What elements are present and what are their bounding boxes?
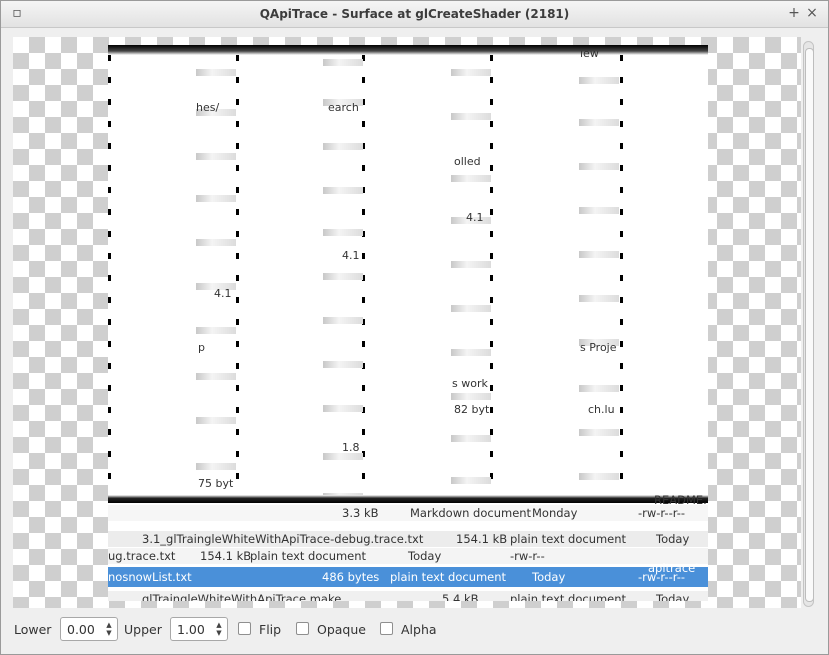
- spin-down-icon[interactable]: ▼: [214, 629, 224, 637]
- ghost-text: 75 byt: [198, 477, 234, 490]
- lower-spinbox[interactable]: 0.00 ▲ ▼: [60, 617, 118, 641]
- lower-value: 0.00: [67, 622, 95, 637]
- file-row: glTraingleWhiteWithApiTrace.make 5.4 kB …: [108, 591, 708, 601]
- ghost-text: 4.1: [342, 249, 360, 262]
- flip-label: Flip: [259, 622, 282, 637]
- surface-top-band: [108, 45, 708, 55]
- maximize-icon[interactable]: +: [786, 5, 802, 21]
- ghost-text: s Proje: [580, 341, 617, 354]
- ghost-text: iew: [580, 47, 599, 60]
- surface-viewport[interactable]: iew hes/ earch olled 4.1 4.1 4.1 p s Pro…: [13, 37, 801, 608]
- ghost-text: earch: [328, 101, 359, 114]
- spin-up-icon[interactable]: ▲: [214, 621, 224, 629]
- ghost-text: 1.8: [342, 441, 360, 454]
- ghost-text: s work: [452, 377, 488, 390]
- spin-up-icon[interactable]: ▲: [104, 621, 114, 629]
- ghost-text: olled: [454, 155, 481, 168]
- ghost-text: 82 byt: [454, 403, 490, 416]
- file-row: 3.1_glTraingleWhiteWithApiTrace-debug.tr…: [108, 531, 708, 547]
- ghost-text: hes/: [196, 101, 220, 114]
- scrollbar-thumb[interactable]: [805, 48, 814, 602]
- ghost-text: 4.1: [214, 287, 232, 300]
- ghost-text: ch.lu: [588, 403, 615, 416]
- file-row: ug.trace.txt 154.1 kB plain text documen…: [108, 548, 708, 564]
- opaque-label: Opaque: [317, 622, 366, 637]
- surface-bottom-band: [108, 495, 708, 503]
- surface-column: [451, 55, 491, 503]
- opaque-checkbox[interactable]: [296, 622, 309, 635]
- surface-edge: [236, 55, 239, 503]
- alpha-checkbox[interactable]: [380, 622, 393, 635]
- title-bar[interactable]: ▫ QApiTrace - Surface at glCreateShader …: [1, 1, 828, 28]
- surface-edge: [620, 55, 623, 503]
- window-title: QApiTrace - Surface at glCreateShader (2…: [259, 7, 570, 21]
- surface-image: iew hes/ earch olled 4.1 4.1 4.1 p s Pro…: [108, 45, 708, 601]
- file-row-selected: nosnowList.txt 486 bytes plain text docu…: [108, 561, 708, 587]
- file-row: 3.3 kB Markdown document Monday -rw-r--r…: [108, 493, 708, 521]
- spin-down-icon[interactable]: ▼: [104, 629, 114, 637]
- ghost-text: p: [198, 341, 205, 354]
- surface-column: [196, 55, 236, 503]
- flip-checkbox[interactable]: [238, 622, 251, 635]
- close-icon[interactable]: ×: [804, 5, 820, 21]
- upper-spinbox[interactable]: 1.00 ▲ ▼: [170, 617, 228, 641]
- qapitrace-window: ▫ QApiTrace - Surface at glCreateShader …: [0, 0, 829, 655]
- ghost-text: 4.1: [466, 211, 484, 224]
- lower-label: Lower: [14, 622, 52, 637]
- surface-edge-left: [108, 55, 111, 503]
- surface-column: [579, 55, 619, 503]
- upper-value: 1.00: [177, 622, 205, 637]
- surface-controls: Lower 0.00 ▲ ▼ Upper 1.00 ▲ ▼ Flip Opaque …: [1, 612, 829, 648]
- surface-column: [323, 55, 363, 503]
- vertical-scrollbar[interactable]: [803, 41, 814, 607]
- upper-label: Upper: [124, 622, 162, 637]
- alpha-label: Alpha: [401, 622, 437, 637]
